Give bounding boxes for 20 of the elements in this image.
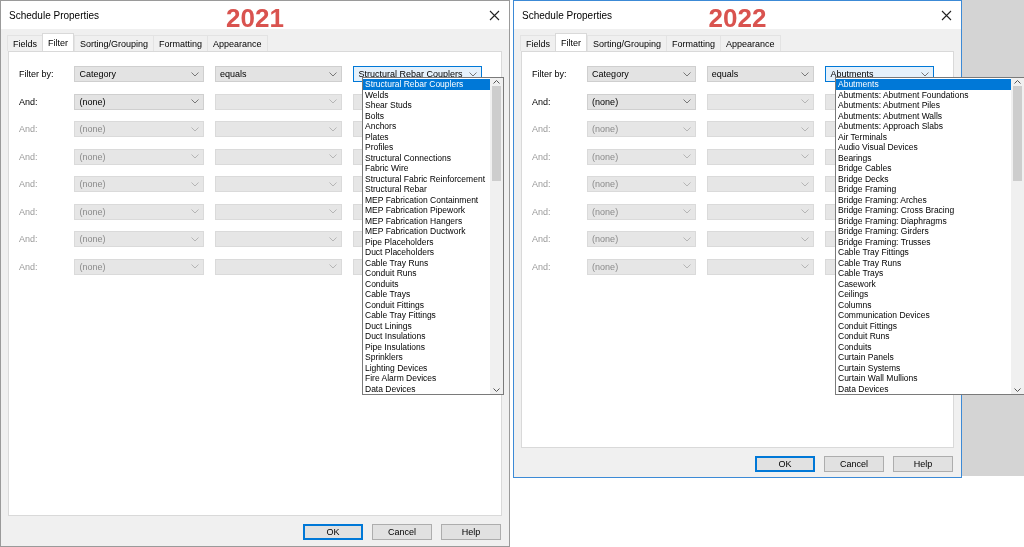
filter-label: And:: [532, 206, 552, 217]
year-annotation: 2022: [708, 3, 767, 34]
year-annotation: 2021: [226, 3, 284, 34]
filter-label: And:: [532, 179, 552, 190]
filter-label: And:: [532, 96, 552, 107]
filter-label: And:: [19, 124, 39, 135]
filter-label: And:: [19, 96, 39, 107]
filter-label: And:: [19, 261, 39, 272]
filter-label: Filter by:: [532, 69, 568, 80]
filter-label: Filter by:: [19, 69, 55, 80]
filter-label: And:: [532, 151, 552, 162]
window-title: Schedule Properties: [9, 9, 100, 21]
window-title: Schedule Properties: [522, 9, 613, 21]
filter-label: And:: [19, 179, 39, 190]
filter-label: And:: [532, 124, 552, 135]
filter-label: And:: [19, 234, 39, 245]
filter-label: And:: [19, 151, 39, 162]
filter-label: And:: [532, 234, 552, 245]
filter-label: And:: [19, 206, 39, 217]
filter-label: And:: [532, 261, 552, 272]
